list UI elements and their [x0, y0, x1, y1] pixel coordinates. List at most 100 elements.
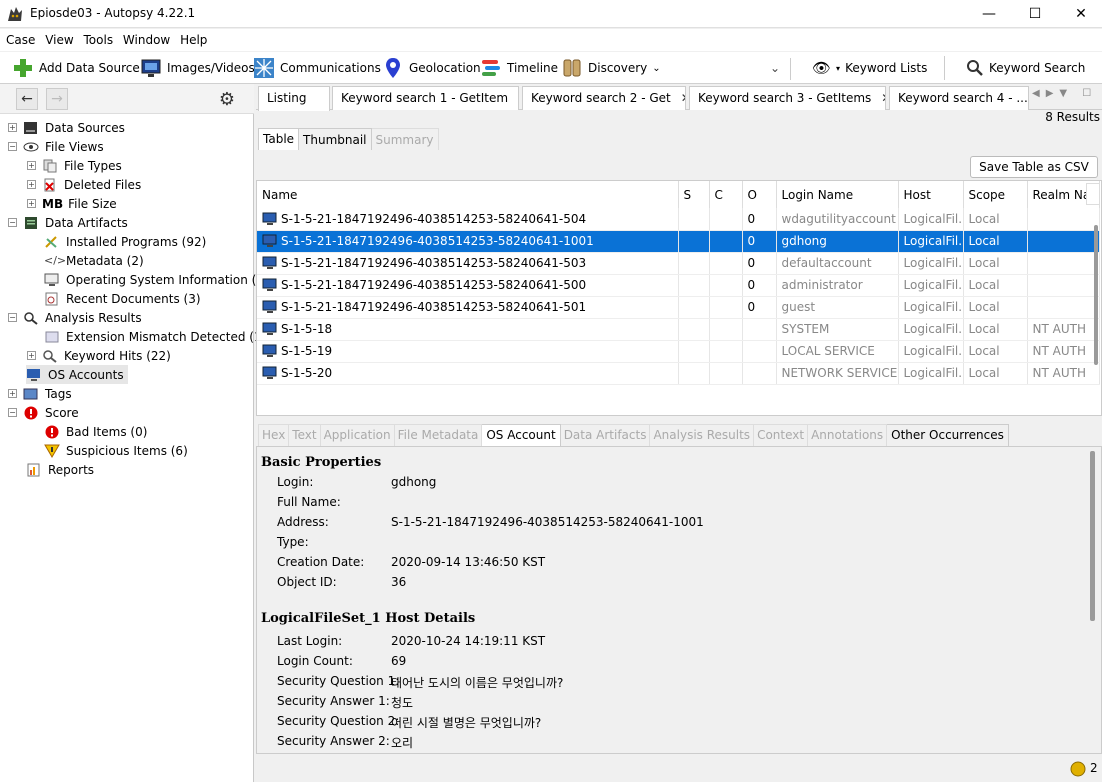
tree-data-artifacts[interactable]: − Data Artifacts [8, 213, 128, 232]
tab-thumbnail[interactable]: Thumbnail [299, 128, 372, 150]
tree-os-accounts[interactable]: OS Accounts [26, 365, 128, 384]
collapse-icon[interactable]: − [8, 313, 17, 322]
tree-extension-mismatch[interactable]: Extension Mismatch Detected (1) [44, 327, 266, 346]
close-icon[interactable]: ✕ [681, 91, 685, 105]
tab-other-occurrences[interactable]: Other Occurrences [887, 424, 1009, 446]
gear-icon[interactable]: ⚙ [216, 88, 238, 110]
tree-file-views[interactable]: − File Views [8, 137, 104, 156]
tree-score[interactable]: − Score [8, 403, 79, 422]
tab-context[interactable]: Context [754, 424, 809, 446]
tab-hex[interactable]: Hex [258, 424, 290, 446]
tab-keyword-search-3[interactable]: Keyword search 3 - GetItems ✕ [689, 86, 886, 110]
tab-data-artifacts[interactable]: Data Artifacts [560, 424, 651, 446]
tree-suspicious-items[interactable]: Suspicious Items (6) [44, 441, 188, 460]
save-table-csv-button[interactable]: Save Table as CSV [970, 156, 1098, 178]
tree-recent-documents[interactable]: Recent Documents (3) [44, 289, 201, 308]
tree-metadata[interactable]: </> Metadata (2) [44, 251, 144, 270]
tab-os-account[interactable]: OS Account [482, 424, 561, 446]
keyword-lists-button[interactable]: 👁 ▾ Keyword Lists [812, 56, 927, 80]
tab-keyword-search-2[interactable]: Keyword search 2 - Get ✕ [522, 86, 686, 110]
table-row[interactable]: S-1-5-19 LOCAL SERVICELogicalFil...LocalN… [257, 340, 1100, 363]
menu-window[interactable]: Window [123, 29, 170, 51]
communications-button[interactable]: Communications [253, 56, 381, 80]
menu-case[interactable]: Case [6, 29, 35, 51]
menu-view[interactable]: View [45, 29, 73, 51]
tab-annotations[interactable]: Annotations [808, 424, 888, 446]
expand-icon[interactable]: + [27, 199, 36, 208]
notification-icon[interactable] [1070, 761, 1086, 777]
tree-os-info[interactable]: Operating System Information (1) [44, 270, 269, 289]
result-tabs: Listing Keyword search 1 - GetItem ✕ Keyw… [256, 84, 1102, 111]
menu-help[interactable]: Help [180, 29, 207, 51]
images-videos-button[interactable]: Images/Videos [140, 56, 255, 80]
expand-icon[interactable]: + [27, 161, 36, 170]
tree-file-size[interactable]: + MB File Size [27, 194, 117, 213]
tab-label: Table [263, 132, 295, 146]
tree-reports[interactable]: Reports [26, 460, 94, 479]
close-icon[interactable]: ✕ [518, 91, 519, 105]
tab-keyword-search-4[interactable]: Keyword search 4 - ... [889, 86, 1029, 110]
discovery-button[interactable]: Discovery ⌄ [561, 56, 661, 80]
tab-scroll-controls[interactable]: ◀▶▼ ☐ [1032, 88, 1097, 99]
row-name: S-1-5-21-1847192496-4038514253-58240641-… [257, 296, 679, 319]
add-data-source-button[interactable]: Add Data Source [12, 56, 140, 80]
tree-installed-programs[interactable]: Installed Programs (92) [44, 232, 206, 251]
tree-tags[interactable]: + Tags [8, 384, 72, 403]
column-header-o[interactable]: O [742, 181, 777, 208]
collapse-icon[interactable]: − [8, 218, 17, 227]
tree-keyword-hits[interactable]: + Keyword Hits (22) [27, 346, 171, 365]
column-header-c[interactable]: C [709, 181, 743, 208]
keyword-search-button[interactable]: Keyword Search [966, 56, 1085, 80]
tree-label: File Views [45, 139, 104, 154]
column-header-scope[interactable]: Scope [963, 181, 1028, 208]
tree-data-sources[interactable]: + Data Sources [8, 118, 125, 137]
collapse-icon[interactable]: − [8, 142, 17, 151]
geolocation-button[interactable]: Geolocation [382, 56, 481, 80]
menu-tools[interactable]: Tools [84, 29, 114, 51]
table-row[interactable]: S-1-5-21-1847192496-4038514253-58240641-… [257, 230, 1100, 253]
tab-summary[interactable]: Summary [371, 128, 439, 150]
tab-keyword-search-1[interactable]: Keyword search 1 - GetItem ✕ [332, 86, 519, 110]
column-header-s[interactable]: S [678, 181, 710, 208]
collapse-icon[interactable]: − [8, 408, 17, 417]
expand-icon[interactable]: + [27, 180, 36, 189]
column-header-login-name[interactable]: Login Name [776, 181, 899, 208]
column-header-host[interactable]: Host [898, 181, 964, 208]
tab-listing[interactable]: Listing [258, 86, 330, 111]
minimize-button[interactable]: — [966, 0, 1012, 28]
tree-bad-items[interactable]: Bad Items (0) [44, 422, 147, 441]
detail-scrollbar[interactable] [1090, 451, 1095, 621]
table-row[interactable]: S-1-5-21-1847192496-4038514253-58240641-… [257, 274, 1100, 297]
column-header-name[interactable]: Name [257, 181, 679, 208]
table-row[interactable]: S-1-5-21-1847192496-4038514253-58240641-… [257, 252, 1100, 275]
table-scrollbar[interactable] [1094, 225, 1098, 365]
expand-icon[interactable]: + [8, 123, 17, 132]
discovery-dropdown-icon[interactable]: ⌄ [652, 63, 660, 74]
table-row[interactable]: S-1-5-21-1847192496-4038514253-58240641-… [257, 296, 1100, 319]
os-accounts-table: Name S C O Login Name Host Scope Realm N… [256, 180, 1102, 416]
maximize-button[interactable]: ☐ [1012, 0, 1058, 28]
tab-file-metadata[interactable]: File Metadata [394, 424, 483, 446]
tab-table[interactable]: Table [258, 128, 300, 150]
table-row[interactable]: S-1-5-21-1847192496-4038514253-58240641-… [257, 208, 1100, 231]
tab-analysis-results[interactable]: Analysis Results [650, 424, 755, 446]
tree-file-types[interactable]: + File Types [27, 156, 122, 175]
deleted-file-icon [44, 178, 55, 191]
toolbar-overflow-icon[interactable]: ⌄ [770, 56, 780, 80]
tree-deleted-files[interactable]: + Deleted Files [27, 175, 141, 194]
row-s [678, 340, 710, 363]
expand-icon[interactable]: + [8, 389, 17, 398]
tree-analysis-results[interactable]: − Analysis Results [8, 308, 142, 327]
back-arrow-icon[interactable]: ← [16, 88, 38, 110]
table-row[interactable]: S-1-5-20 NETWORK SERVICELogicalFil...Loca… [257, 362, 1100, 385]
close-button[interactable]: ✕ [1058, 0, 1102, 28]
notification-count: 2 [1090, 761, 1098, 775]
forward-arrow-icon[interactable]: → [46, 88, 68, 110]
expand-icon[interactable]: + [27, 351, 36, 360]
close-icon[interactable]: ✕ [881, 91, 885, 105]
table-row[interactable]: S-1-5-18 SYSTEMLogicalFil...LocalNT AUTH [257, 318, 1100, 341]
timeline-button[interactable]: Timeline [480, 56, 558, 80]
tab-application[interactable]: Application [320, 424, 395, 446]
tab-text[interactable]: Text [289, 424, 321, 446]
column-chooser-icon[interactable] [1086, 183, 1100, 205]
